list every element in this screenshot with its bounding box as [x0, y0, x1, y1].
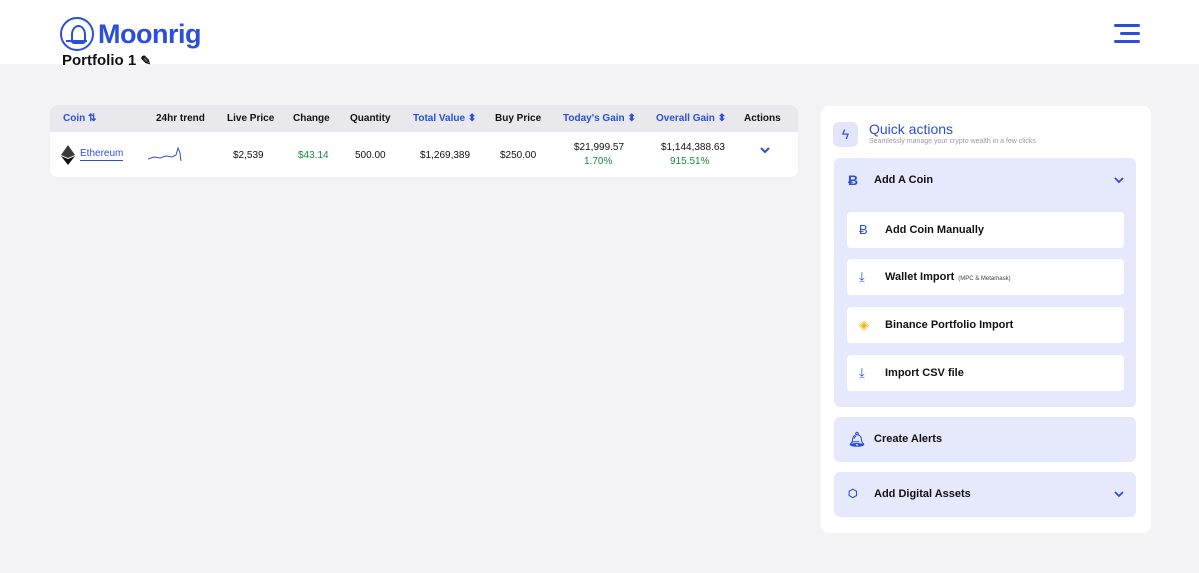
change-value: $43.14: [298, 150, 329, 161]
total-value: $1,269,389: [420, 150, 471, 161]
holdings-table: Coin ⇅ 24hr trend Live Price Change Quan…: [50, 105, 798, 177]
bitcoin-icon: Ƀ: [859, 222, 868, 237]
overall-gain-pct: 915.51%: [670, 156, 710, 167]
quick-actions-panel: ϟ Quick actions Seamlessly manage your c…: [821, 106, 1151, 533]
import-csv-button[interactable]: ⤓ Import CSV file: [847, 355, 1124, 391]
brand-name: Moonrig: [98, 18, 201, 49]
top-header: Moonrig: [0, 0, 1199, 64]
ethereum-icon: [61, 145, 75, 165]
create-alerts-button[interactable]: 🔔︎ Create Alerts: [834, 417, 1136, 462]
sort-icon: ⬍: [467, 113, 477, 124]
add-coin-group: Ƀ Add A Coin Ƀ Add Coin Manually ⤓ Walle…: [834, 158, 1136, 407]
quantity-value: 500.00: [355, 150, 386, 161]
th-total-value[interactable]: Total Value ⬍: [413, 113, 476, 124]
hamburger-menu-icon[interactable]: [1114, 24, 1142, 44]
nft-icon: ⬡: [848, 488, 858, 500]
wallet-import-label: Wallet Import: [885, 271, 955, 283]
th-buy-price: Buy Price: [495, 113, 542, 124]
wallet-import-text: Wallet Import (MPC & Metamask): [885, 271, 1011, 283]
th-change: Change: [293, 113, 330, 124]
add-coin-manually-label: Add Coin Manually: [885, 224, 984, 236]
brand-logo[interactable]: Moonrig: [60, 17, 201, 51]
quick-actions-title: Quick actions: [869, 121, 954, 137]
th-todays-gain[interactable]: Today's Gain ⬍: [563, 113, 636, 124]
sort-icon: ⇅: [88, 113, 97, 124]
th-quantity: Quantity: [350, 113, 391, 124]
portfolio-title[interactable]: Portfolio 1 ✎: [62, 54, 151, 68]
table-header: Coin ⇅ 24hr trend Live Price Change Quan…: [50, 105, 798, 132]
bell-icon: 🔔︎: [848, 431, 866, 447]
import-csv-label: Import CSV file: [885, 367, 964, 379]
binance-import-label: Binance Portfolio Import: [885, 319, 1014, 331]
add-coin-label: Add A Coin: [874, 174, 934, 186]
create-alerts-label: Create Alerts: [874, 433, 943, 445]
th-actions: Actions: [744, 113, 781, 124]
buy-price: $250.00: [500, 150, 537, 161]
pencil-icon[interactable]: ✎: [140, 54, 151, 68]
sort-icon: ⬍: [717, 113, 727, 124]
live-price: $2,539: [233, 150, 264, 161]
quick-actions-subtitle: Seamlessly manage your crypto wealth in …: [869, 138, 1036, 145]
trend-sparkline: [148, 146, 182, 162]
th-live-price: Live Price: [227, 113, 275, 124]
binance-icon: ◈: [859, 317, 869, 332]
digital-assets-group[interactable]: ⬡ Add Digital Assets: [834, 472, 1136, 517]
overall-gain: $1,144,388.63: [661, 142, 725, 153]
wallet-import-button[interactable]: ⤓ Wallet Import (MPC & Metamask): [847, 259, 1124, 295]
todays-gain-pct: 1.70%: [584, 156, 613, 167]
coin-link[interactable]: Ethereum: [80, 148, 124, 161]
moonrig-logo-icon: [60, 17, 94, 51]
bitcoin-icon: Ƀ: [848, 172, 859, 188]
chevron-down-icon[interactable]: [759, 145, 771, 155]
sort-icon: ⬍: [627, 113, 636, 124]
add-coin-manually-button[interactable]: Ƀ Add Coin Manually: [847, 212, 1124, 248]
download-icon: ⤓: [859, 365, 865, 380]
add-coin-toggle[interactable]: Ƀ Add A Coin: [834, 158, 1136, 202]
binance-import-button[interactable]: ◈ Binance Portfolio Import: [847, 307, 1124, 343]
chevron-down-icon: [1114, 491, 1124, 498]
wallet-import-note: (MPC & Metamask): [958, 276, 1011, 282]
th-coin[interactable]: Coin ⇅: [63, 113, 96, 124]
th-overall-gain[interactable]: Overall Gain ⬍: [656, 113, 726, 124]
portfolio-name: Portfolio 1: [62, 54, 137, 68]
download-icon: ⤓: [859, 269, 865, 284]
todays-gain: $21,999.57: [574, 142, 625, 153]
digital-assets-label: Add Digital Assets: [874, 488, 971, 500]
lightning-icon: ϟ: [833, 122, 858, 147]
chevron-down-icon: [1114, 177, 1124, 184]
th-trend: 24hr trend: [156, 113, 205, 124]
